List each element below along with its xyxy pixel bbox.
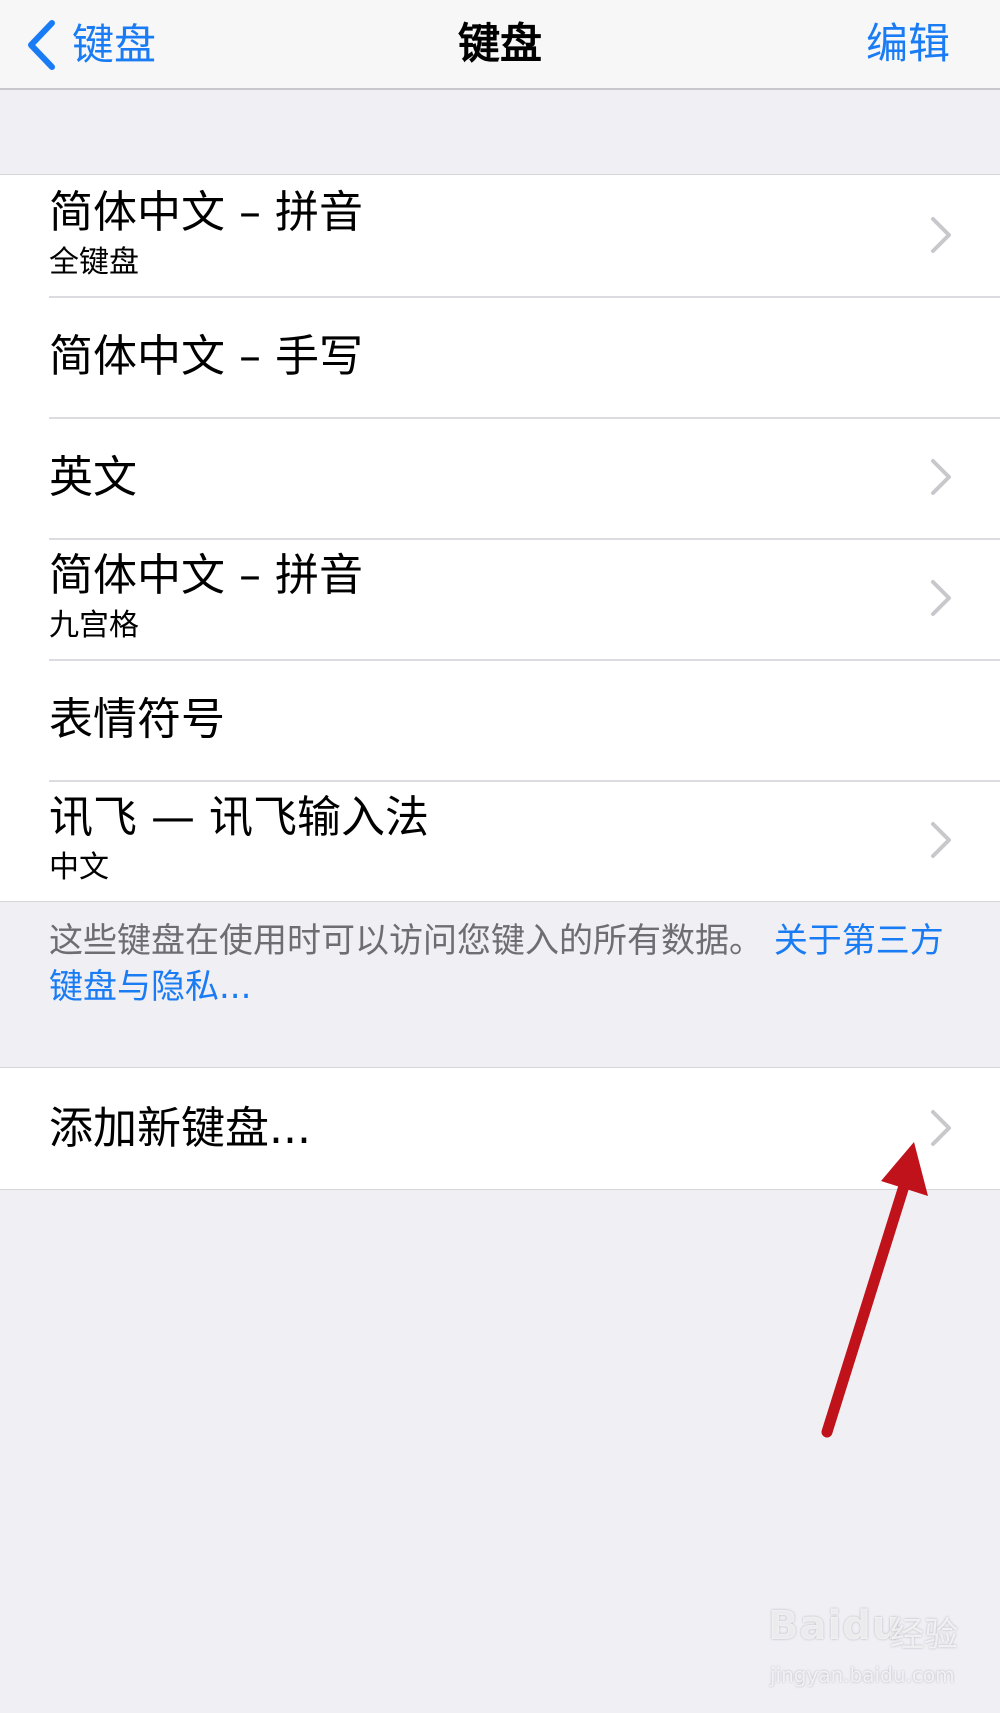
chevron-right-icon bbox=[931, 1110, 951, 1146]
add-keyboard-label: 添加新键盘... bbox=[49, 1103, 311, 1154]
page-title: 键盘 bbox=[457, 19, 542, 68]
keyboard-row-pinyin-9key[interactable]: 简体中文 – 拼音 九宫格 bbox=[0, 538, 1000, 659]
watermark-brand-cn: 经验 bbox=[890, 1615, 958, 1655]
chevron-right-icon bbox=[931, 459, 951, 495]
keyboard-subtitle: 全键盘 bbox=[49, 245, 139, 280]
keyboard-title: 表情符号 bbox=[49, 694, 225, 745]
keyboard-row-emoji[interactable]: 表情符号 bbox=[0, 659, 1000, 780]
chevron-right-icon bbox=[931, 217, 951, 253]
baidu-watermark: Baidu 经验 jingyan.baidu.com bbox=[768, 1603, 980, 1693]
keyboard-title: 简体中文 – 拼音 bbox=[49, 550, 363, 601]
keyboard-title: 简体中文 – 手写 bbox=[49, 331, 363, 382]
keyboard-row-pinyin-full[interactable]: 简体中文 – 拼音 全键盘 bbox=[0, 175, 1000, 296]
keyboard-list: 简体中文 – 拼音 全键盘 简体中文 – 手写 英文 简体中文 – 拼音 九宫格… bbox=[0, 174, 1000, 902]
add-keyboard-row[interactable]: 添加新键盘... bbox=[0, 1068, 1000, 1189]
chevron-right-icon bbox=[931, 580, 951, 616]
keyboard-subtitle: 中文 bbox=[49, 850, 109, 885]
keyboard-row-handwriting[interactable]: 简体中文 – 手写 bbox=[0, 296, 1000, 417]
watermark-url: jingyan.baidu.com bbox=[770, 1663, 955, 1687]
navigation-bar: 键盘 键盘 编辑 bbox=[0, 0, 1000, 90]
keyboard-title: 讯飞 — 讯飞输入法 bbox=[49, 792, 429, 843]
watermark-brand: Baidu bbox=[768, 1603, 902, 1649]
privacy-note: 这些键盘在使用时可以访问您键入的所有数据。 关于第三方键盘与隐私... bbox=[49, 918, 959, 1010]
keyboard-row-xunfei[interactable]: 讯飞 — 讯飞输入法 中文 bbox=[0, 780, 1000, 901]
add-keyboard-group: 添加新键盘... bbox=[0, 1067, 1000, 1190]
keyboard-subtitle: 九宫格 bbox=[49, 608, 139, 643]
keyboard-title: 英文 bbox=[49, 452, 137, 503]
keyboard-row-english[interactable]: 英文 bbox=[0, 417, 1000, 538]
keyboard-title: 简体中文 – 拼音 bbox=[49, 187, 363, 238]
chevron-right-icon bbox=[931, 822, 951, 858]
privacy-note-text: 这些键盘在使用时可以访问您键入的所有数据。 bbox=[49, 921, 763, 961]
edit-button[interactable]: 编辑 bbox=[866, 14, 950, 74]
